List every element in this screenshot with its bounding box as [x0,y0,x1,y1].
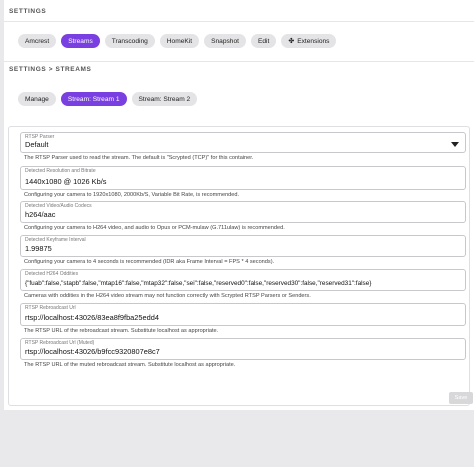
field-value: rtsp://localhost:43026/b9fcc9320807e8c7 [25,347,160,356]
field-value: {"fuab":false,"stapb":false,"mtap16":fal… [25,280,372,287]
codecs-field[interactable]: Detected Video/Audio Codecs h264/aac [20,201,466,223]
field-label: Detected Video/Audio Codecs [25,203,92,209]
tab-streams[interactable]: Streams [61,34,100,48]
tab-amcrest[interactable]: Amcrest [18,34,57,48]
field-value: 1440x1080 @ 1026 Kb/s [25,177,107,186]
tab-label: Transcoding [111,37,148,45]
field-value: Default [25,140,49,149]
tab-label: Amcrest [25,37,50,45]
field-label: RTSP Rebroadcast Url (Muted) [25,340,95,346]
tab-homekit[interactable]: HomeKit [159,34,200,48]
rebroadcast-url-field[interactable]: RTSP Rebroadcast Url rtsp://localhost:43… [20,303,466,326]
divider [4,21,474,22]
tab-edit[interactable]: Edit [250,34,277,48]
streams-title: SETTINGS > STREAMS [9,66,92,73]
puzzle-icon: ✤ [288,38,295,45]
field-value: rtsp://localhost:43026/83ea8f9fba25edd4 [25,313,159,322]
stream-tabs: Manage Stream: Stream 1 Stream: Stream 2 [18,92,198,106]
chevron-down-icon[interactable] [451,141,459,147]
tab-label: Edit [257,37,270,45]
tab-manage[interactable]: Manage [18,92,56,106]
settings-tabs: Amcrest Streams Transcoding HomeKit Snap… [18,34,337,48]
field-help: Configuring your camera to H264 video, a… [24,225,285,231]
field-label: RTSP Rebroadcast Url [25,305,76,311]
field-help: Cameras with oddities in the H264 video … [24,293,311,299]
tab-stream-1[interactable]: Stream: Stream 1 [60,92,127,106]
tab-label: Streams [68,37,93,45]
tab-stream-2[interactable]: Stream: Stream 2 [131,92,198,106]
field-help: The RTSP Parser used to read the stream.… [24,155,254,161]
field-help: The RTSP URL of the rebroadcast stream. … [24,328,219,334]
tab-label: Extensions [297,37,330,45]
field-label: Detected Resolution and Bitrate [25,168,96,174]
resolution-field[interactable]: Detected Resolution and Bitrate 1440x108… [20,166,466,190]
field-label: Detected H264 Oddities [25,271,79,277]
save-button[interactable]: Save [449,392,473,404]
field-value: h264/aac [25,210,56,219]
divider [4,61,474,62]
tab-extensions[interactable]: ✤ Extensions [281,34,337,48]
rtsp-parser-select[interactable]: RTSP Parser Default [20,132,466,153]
field-help: Configuring your camera to 4 seconds is … [24,259,275,265]
tab-transcoding[interactable]: Transcoding [104,34,155,48]
field-value: 1.99875 [25,244,52,253]
tab-snapshot[interactable]: Snapshot [204,34,246,48]
settings-title: SETTINGS [9,8,47,15]
tab-label: Snapshot [211,37,239,45]
field-help: The RTSP URL of the muted rebroadcast st… [24,362,236,368]
field-label: Detected Keyframe Interval [25,237,86,243]
tab-label: HomeKit [166,37,193,45]
tab-label: Manage [25,95,49,103]
field-help: Configuring your camera to 1920x1080, 20… [24,192,240,198]
keyframe-field[interactable]: Detected Keyframe Interval 1.99875 [20,235,466,257]
tab-label: Stream: Stream 1 [67,95,120,103]
tab-label: Stream: Stream 2 [138,95,191,103]
oddities-field[interactable]: Detected H264 Oddities {"fuab":false,"st… [20,269,466,291]
rebroadcast-muted-url-field[interactable]: RTSP Rebroadcast Url (Muted) rtsp://loca… [20,338,466,360]
